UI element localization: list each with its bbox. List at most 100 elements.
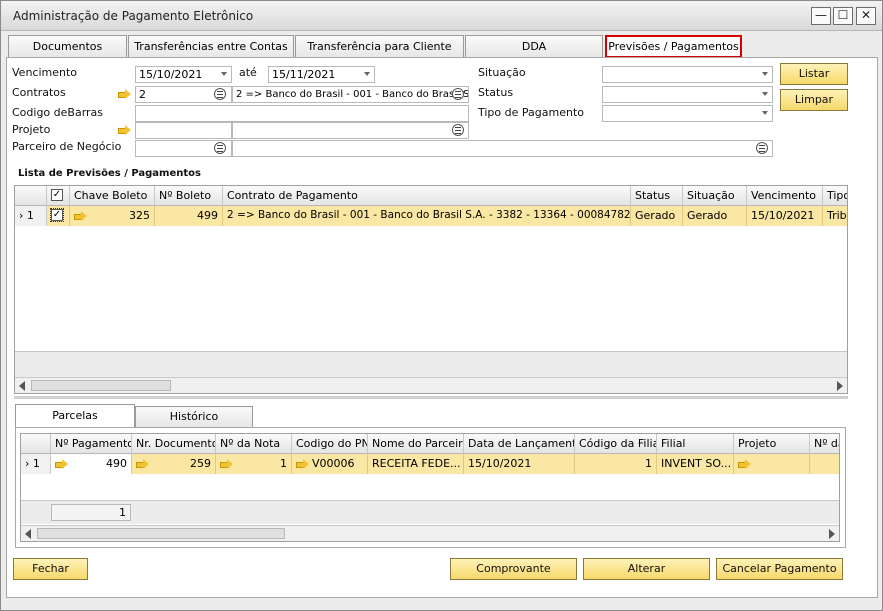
col-nr-pagamento[interactable]: Nº Pagamento bbox=[51, 434, 132, 454]
choose-from-list-icon[interactable] bbox=[756, 142, 768, 154]
col-chave-boleto[interactable]: Chave Boleto bbox=[70, 186, 155, 206]
link-arrow-icon[interactable] bbox=[74, 211, 88, 221]
limpar-button[interactable]: Limpar bbox=[780, 89, 848, 111]
cell-cod-filial[interactable]: 1 bbox=[575, 454, 657, 474]
chevron-down-icon[interactable] bbox=[221, 72, 227, 76]
tab-historico[interactable]: Histórico bbox=[135, 406, 253, 427]
row-pointer-icon: › bbox=[19, 209, 24, 222]
cell-contrato[interactable]: 2 => Banco do Brasil - 001 - Banco do Br… bbox=[223, 206, 631, 226]
choose-from-list-icon[interactable] bbox=[452, 124, 464, 136]
grid-corner bbox=[15, 186, 47, 206]
status-select[interactable] bbox=[602, 86, 773, 103]
projeto-codigo-field[interactable] bbox=[135, 122, 232, 139]
projeto-descricao-field[interactable] bbox=[232, 122, 469, 139]
col-tipo[interactable]: Tipo bbox=[823, 186, 847, 206]
parcelas-hscrollbar[interactable] bbox=[21, 525, 839, 541]
cell-parceiro[interactable]: RECEITA FEDE... bbox=[368, 454, 464, 474]
codigo-barras-label: Codigo deBarras bbox=[12, 106, 104, 119]
tab-parcelas[interactable]: Parcelas bbox=[15, 404, 135, 427]
cell-projeto[interactable] bbox=[734, 454, 810, 474]
minimize-button[interactable]: — bbox=[811, 7, 831, 25]
col-projeto[interactable]: Projeto bbox=[734, 434, 810, 454]
col-codigo-pn[interactable]: Codigo do PN bbox=[292, 434, 368, 454]
maximize-button[interactable]: ☐ bbox=[833, 7, 853, 25]
contrato-descricao-field[interactable]: 2 => Banco do Brasil - 001 - Banco do Br… bbox=[232, 86, 469, 103]
cell-data[interactable]: 15/10/2021 bbox=[464, 454, 575, 474]
select-all-checkbox[interactable]: ✓ bbox=[51, 189, 63, 201]
grid-footer: 1 bbox=[21, 500, 839, 524]
col-filial[interactable]: Filial bbox=[657, 434, 734, 454]
chevron-down-icon[interactable] bbox=[762, 72, 768, 76]
col-nome-parceiro[interactable]: Nome do Parceiro bbox=[368, 434, 464, 454]
vencimento-de-field[interactable]: 15/10/2021 bbox=[135, 66, 232, 83]
codigo-barras-field[interactable] bbox=[135, 105, 469, 122]
link-arrow-icon[interactable] bbox=[55, 459, 69, 469]
scroll-left-icon[interactable] bbox=[19, 381, 25, 391]
scroll-thumb[interactable] bbox=[37, 528, 285, 539]
row-select-checkbox[interactable]: ✓ bbox=[50, 208, 64, 222]
splitter[interactable] bbox=[14, 396, 848, 399]
parceiro-descricao-field[interactable] bbox=[232, 140, 773, 157]
cell-tipo[interactable]: Trib bbox=[823, 206, 847, 226]
cell-boleto[interactable]: 499 bbox=[155, 206, 223, 226]
choose-from-list-icon[interactable] bbox=[214, 142, 226, 154]
tab-previsoes-pagamentos[interactable]: Previsões / Pagamentos bbox=[605, 35, 742, 58]
scroll-right-icon[interactable] bbox=[837, 381, 843, 391]
tipo-pagamento-select[interactable] bbox=[602, 105, 773, 122]
chevron-down-icon[interactable] bbox=[762, 92, 768, 96]
chave-value: 325 bbox=[129, 209, 150, 222]
col-nr-documento[interactable]: Nr. Documento bbox=[132, 434, 216, 454]
cell-situacao[interactable]: Gerado bbox=[683, 206, 747, 226]
cell-nr-da[interactable] bbox=[810, 454, 839, 474]
close-button[interactable]: ✕ bbox=[856, 7, 876, 25]
choose-from-list-icon[interactable] bbox=[452, 88, 464, 100]
situacao-select[interactable] bbox=[602, 66, 773, 83]
tab-transferencia-cliente[interactable]: Transferência para Cliente bbox=[295, 35, 464, 58]
cell-nota[interactable]: 1 bbox=[216, 454, 292, 474]
chevron-down-icon[interactable] bbox=[762, 111, 768, 115]
col-nr-da[interactable]: Nº da bbox=[810, 434, 839, 454]
link-arrow-icon[interactable] bbox=[738, 459, 752, 469]
row-header[interactable]: › 1 bbox=[21, 454, 51, 474]
vencimento-label: Vencimento bbox=[12, 66, 78, 79]
col-nr-nota[interactable]: Nº da Nota bbox=[216, 434, 292, 454]
choose-from-list-icon[interactable] bbox=[214, 88, 226, 100]
col-nr-boleto[interactable]: Nº Boleto bbox=[155, 186, 223, 206]
comprovante-button[interactable]: Comprovante bbox=[450, 558, 577, 580]
col-situacao[interactable]: Situação bbox=[683, 186, 747, 206]
tab-documentos[interactable]: Documentos bbox=[8, 35, 127, 58]
link-arrow-icon[interactable] bbox=[296, 459, 310, 469]
tab-transferencias-contas[interactable]: Transferências entre Contas bbox=[128, 35, 294, 58]
cell-pagamento[interactable]: 490 bbox=[51, 454, 132, 474]
cell-chave[interactable]: 325 bbox=[70, 206, 155, 226]
col-data-lancamento[interactable]: Data de Lançamento bbox=[464, 434, 575, 454]
col-vencimento[interactable]: Vencimento bbox=[747, 186, 823, 206]
col-status[interactable]: Status bbox=[631, 186, 683, 206]
chevron-down-icon[interactable] bbox=[364, 72, 370, 76]
scroll-thumb[interactable] bbox=[31, 380, 171, 391]
row-select-cell[interactable]: ✓ bbox=[47, 206, 70, 226]
cell-codigo-pn[interactable]: V00006 bbox=[292, 454, 368, 474]
fechar-button[interactable]: Fechar bbox=[13, 558, 88, 580]
listar-button[interactable]: Listar bbox=[780, 63, 848, 85]
col-codigo-filial[interactable]: Código da Filial bbox=[575, 434, 657, 454]
scroll-left-icon[interactable] bbox=[25, 529, 31, 539]
ate-label: até bbox=[239, 66, 257, 79]
cell-filial[interactable]: INVENT SO... bbox=[657, 454, 734, 474]
col-contrato[interactable]: Contrato de Pagamento bbox=[223, 186, 631, 206]
link-arrow-icon[interactable] bbox=[220, 459, 234, 469]
link-arrow-icon[interactable] bbox=[118, 89, 132, 99]
scroll-right-icon[interactable] bbox=[829, 529, 835, 539]
cell-status[interactable]: Gerado bbox=[631, 206, 683, 226]
cell-vencimento[interactable]: 15/10/2021 bbox=[747, 206, 823, 226]
row-header[interactable]: › 1 bbox=[15, 206, 47, 226]
cancelar-pagamento-button[interactable]: Cancelar Pagamento bbox=[716, 558, 843, 580]
window-title: Administração de Pagamento Eletrônico bbox=[13, 9, 254, 23]
lista-hscrollbar[interactable] bbox=[15, 377, 847, 393]
vencimento-ate-field[interactable]: 15/11/2021 bbox=[268, 66, 375, 83]
link-arrow-icon[interactable] bbox=[118, 125, 132, 135]
cell-documento[interactable]: 259 bbox=[132, 454, 216, 474]
tab-dda[interactable]: DDA bbox=[465, 35, 603, 58]
alterar-button[interactable]: Alterar bbox=[583, 558, 710, 580]
link-arrow-icon[interactable] bbox=[136, 459, 150, 469]
